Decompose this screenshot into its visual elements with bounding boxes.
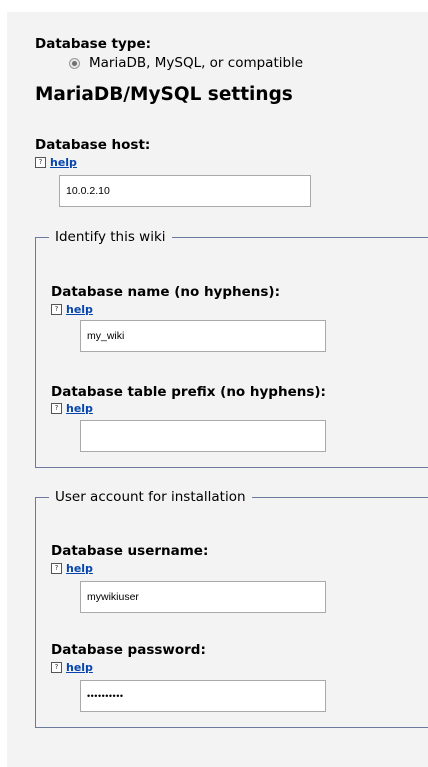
help-icon: ? [51, 563, 62, 574]
help-link[interactable]: help [50, 156, 77, 169]
database-name-input[interactable]: my_wiki [80, 320, 326, 352]
database-type-option[interactable]: MariaDB, MySQL, or compatible [69, 55, 303, 71]
help-link[interactable]: help [66, 402, 93, 415]
user-account-legend: User account for installation [55, 489, 246, 505]
help-link[interactable]: help [66, 303, 93, 316]
database-host-help[interactable]: ? help [35, 156, 77, 169]
database-password-label: Database password: [51, 642, 206, 658]
identify-wiki-legend: Identify this wiki [55, 229, 166, 245]
database-password-input[interactable]: •••••••••• [80, 680, 326, 712]
table-prefix-label: Database table prefix (no hyphens): [51, 384, 326, 400]
database-password-help[interactable]: ? help [51, 661, 93, 674]
database-username-input[interactable]: mywikiuser [80, 581, 326, 613]
help-icon: ? [51, 304, 62, 315]
database-name-label: Database name (no hyphens): [51, 284, 280, 300]
database-type-option-label: MariaDB, MySQL, or compatible [89, 55, 304, 71]
help-icon: ? [35, 157, 46, 168]
help-icon: ? [51, 662, 62, 673]
database-username-help[interactable]: ? help [51, 562, 93, 575]
radio-selected-icon[interactable] [69, 57, 80, 69]
help-icon: ? [51, 403, 62, 414]
settings-heading: MariaDB/MySQL settings [35, 84, 293, 105]
database-name-help[interactable]: ? help [51, 303, 93, 316]
database-host-label: Database host: [35, 137, 151, 153]
help-link[interactable]: help [66, 562, 93, 575]
database-username-label: Database username: [51, 543, 209, 559]
help-link[interactable]: help [66, 661, 93, 674]
database-host-input[interactable]: 10.0.2.10 [59, 175, 311, 207]
database-type-label: Database type: [35, 36, 152, 52]
table-prefix-input[interactable] [80, 420, 326, 452]
table-prefix-help[interactable]: ? help [51, 402, 93, 415]
